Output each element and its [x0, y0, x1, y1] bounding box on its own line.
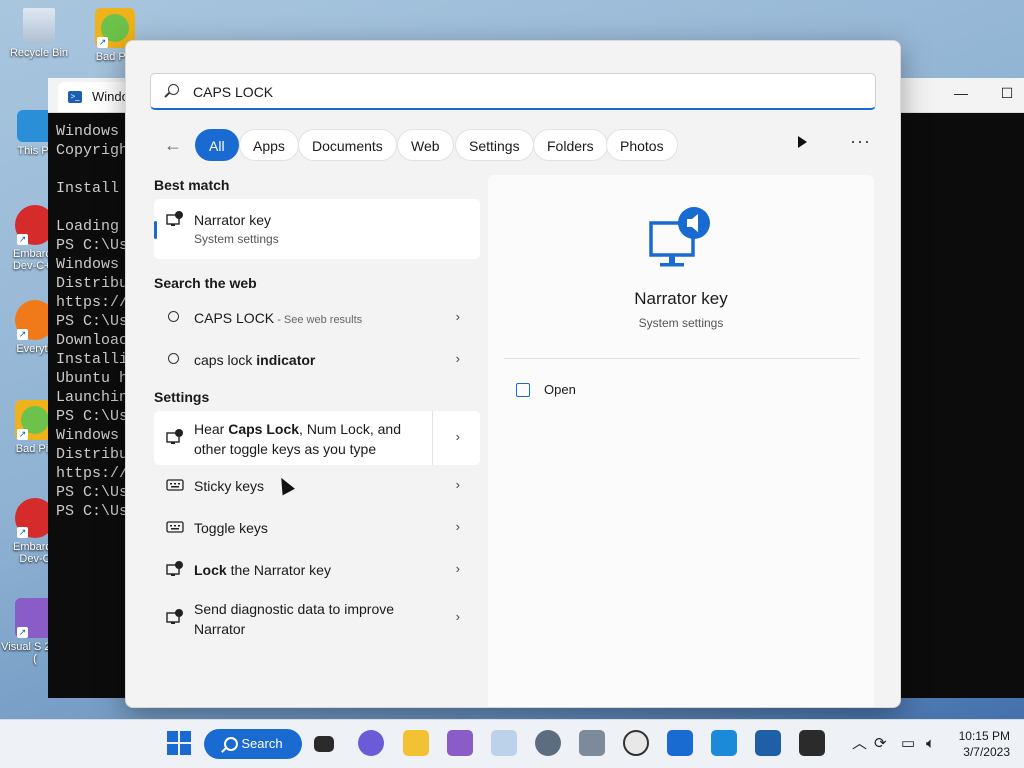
- open-action[interactable]: Open: [516, 379, 576, 401]
- filter-all[interactable]: All: [195, 129, 239, 161]
- clock-app-icon[interactable]: [623, 730, 649, 756]
- setting-lock-narrator-key[interactable]: Lock the Narrator key ›: [154, 549, 480, 591]
- task-view-icon[interactable]: [314, 736, 334, 752]
- preview-pane: Narrator key System settings Open: [488, 175, 874, 707]
- best-match-subtitle: System settings: [194, 232, 279, 246]
- photos-viewer-icon[interactable]: [755, 730, 781, 756]
- network-icon[interactable]: ▭: [901, 720, 915, 768]
- open-external-icon: [516, 383, 530, 397]
- section-best-match: Best match: [154, 177, 230, 193]
- sync-status-icon[interactable]: ⟳: [874, 720, 887, 768]
- shortcut-arrow-icon: ↗: [17, 234, 28, 245]
- setting-sticky-keys[interactable]: Sticky keys ›: [154, 465, 480, 507]
- photos-app-icon[interactable]: [491, 730, 517, 756]
- calculator-icon[interactable]: [579, 730, 605, 756]
- search-icon: [224, 737, 238, 751]
- keyboard-icon: [166, 521, 184, 533]
- web-result-bold: indicator: [256, 352, 316, 368]
- narrator-icon: [166, 561, 183, 576]
- chevron-right-icon[interactable]: ›: [456, 429, 460, 444]
- search-filters: ← All Apps Documents Web Settings Folder…: [150, 127, 876, 161]
- teams-chat-icon[interactable]: [358, 730, 384, 756]
- more-filters-play-icon[interactable]: [798, 136, 807, 148]
- system-clock[interactable]: 10:15 PM 3/7/2023: [959, 728, 1010, 760]
- narrator-icon: [166, 429, 183, 444]
- narrator-icon: [166, 609, 183, 624]
- terminal-icon[interactable]: [799, 730, 825, 756]
- chevron-right-icon: ›: [455, 519, 460, 534]
- setting-send-diagnostic-data[interactable]: Send diagnostic data to improve Narrator…: [154, 591, 480, 645]
- maximize-button[interactable]: ☐: [984, 78, 1024, 112]
- taskbar: Search ︿ ⟳ ▭ 🔈︎ 10:15 PM 3/7/2023: [0, 719, 1024, 768]
- chevron-right-icon: ›: [455, 561, 460, 576]
- filter-apps[interactable]: Apps: [239, 129, 299, 161]
- section-search-web: Search the web: [154, 275, 257, 291]
- minimize-button[interactable]: —: [938, 78, 984, 112]
- shortcut-arrow-icon: ↗: [17, 627, 28, 638]
- web-result-suffix: - See web results: [274, 314, 363, 326]
- web-result-caps-lock[interactable]: CAPS LOCK - See web results ›: [154, 297, 480, 339]
- volume-icon[interactable]: 🔈︎: [926, 720, 935, 768]
- setting-toggle-keys[interactable]: Toggle keys ›: [154, 507, 480, 549]
- clock-time: 10:15 PM: [958, 729, 1010, 743]
- taskbar-search-button[interactable]: Search: [204, 729, 302, 759]
- best-match-item[interactable]: Narrator key System settings: [154, 199, 480, 259]
- more-options-icon[interactable]: ···: [850, 131, 871, 152]
- shortcut-arrow-icon: ↗: [97, 37, 108, 48]
- preview-subtitle: System settings: [638, 316, 724, 330]
- search-box[interactable]: [150, 73, 876, 110]
- shortcut-arrow-icon: ↗: [17, 429, 28, 440]
- narrator-large-icon: [649, 207, 710, 267]
- chevron-right-icon: ›: [455, 351, 460, 366]
- best-match-title: Narrator key: [194, 212, 272, 228]
- shortcut-arrow-icon: ↗: [17, 527, 28, 538]
- filter-settings[interactable]: Settings: [455, 129, 534, 161]
- filter-documents[interactable]: Documents: [298, 129, 397, 161]
- web-result-prefix: caps lock: [194, 352, 257, 368]
- shortcut-arrow-icon: ↗: [17, 329, 28, 340]
- chevron-right-icon: ›: [455, 477, 460, 492]
- file-explorer-icon[interactable]: [403, 730, 429, 756]
- divider: [432, 411, 433, 465]
- web-result-caps-lock-indicator[interactable]: caps lock indicator ›: [154, 339, 480, 381]
- windows-logo-icon: [167, 731, 191, 755]
- search-icon: [168, 311, 179, 322]
- start-button[interactable]: [166, 730, 192, 756]
- clock-date: 3/7/2023: [963, 745, 1010, 759]
- chevron-right-icon: ›: [455, 609, 460, 624]
- keyboard-icon: [166, 479, 184, 491]
- powershell-icon: >_: [68, 91, 82, 103]
- web-result-query: CAPS LOCK: [194, 310, 275, 326]
- divider: [504, 358, 860, 359]
- back-arrow-icon[interactable]: ←: [164, 135, 182, 156]
- visual-studio-icon[interactable]: [447, 730, 473, 756]
- results-list: Best match Narrator key System settings …: [154, 177, 480, 645]
- search-icon: [168, 353, 179, 364]
- desktop-icon-recycle-bin[interactable]: Recycle Bin: [4, 8, 74, 59]
- mail-icon[interactable]: [667, 730, 693, 756]
- search-icon: [168, 84, 179, 95]
- filter-web[interactable]: Web: [397, 129, 454, 161]
- preview-title: Narrator key: [634, 289, 728, 308]
- show-hidden-icons-chevron-icon[interactable]: ︿: [852, 720, 867, 768]
- filter-photos[interactable]: Photos: [606, 129, 678, 161]
- microsoft-store-icon[interactable]: [711, 730, 737, 756]
- search-panel: ← All Apps Documents Web Settings Folder…: [125, 40, 901, 708]
- recycle-bin-icon: [23, 8, 55, 44]
- filter-folders[interactable]: Folders: [533, 129, 608, 161]
- search-input[interactable]: [191, 74, 855, 110]
- setting-hear-caps-lock[interactable]: Hear Caps Lock, Num Lock, and other togg…: [154, 411, 480, 465]
- section-settings: Settings: [154, 389, 210, 405]
- chevron-right-icon: ›: [455, 309, 460, 324]
- settings-gear-icon[interactable]: [535, 730, 561, 756]
- narrator-icon: [166, 211, 183, 226]
